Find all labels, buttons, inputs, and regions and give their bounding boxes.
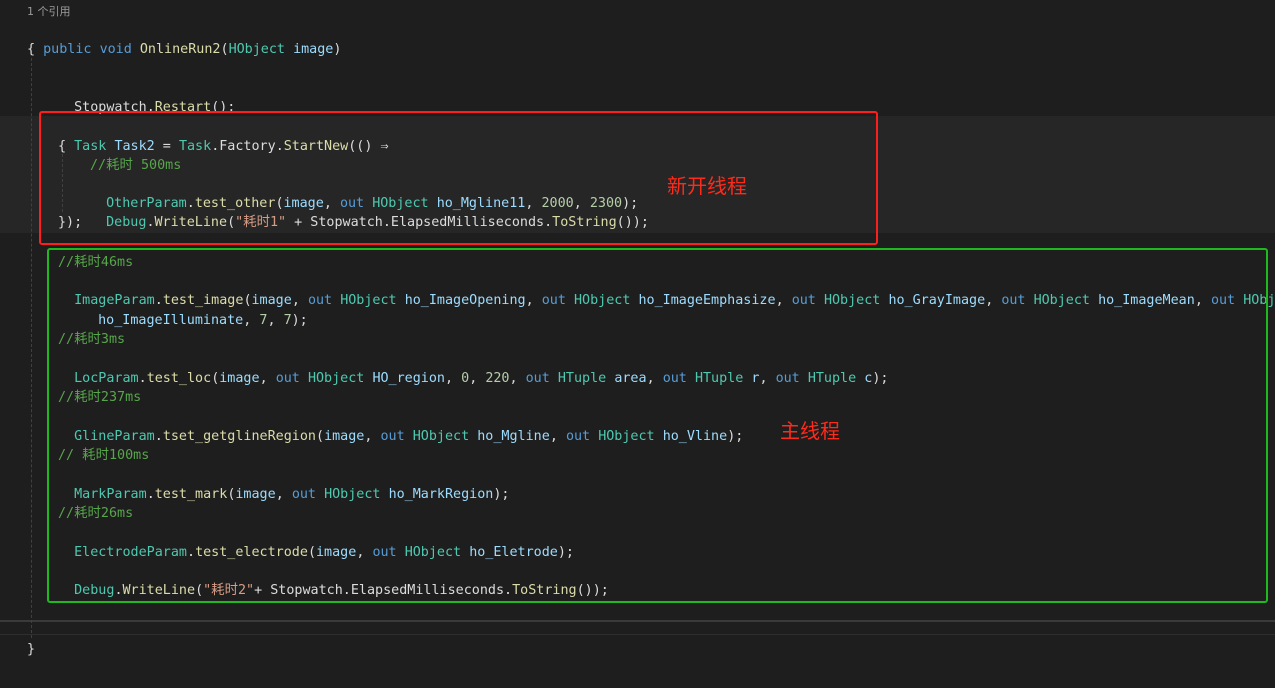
separator-top xyxy=(0,620,1275,622)
paren: ( xyxy=(220,42,229,57)
code-line-brace-open[interactable]: { xyxy=(27,40,35,59)
code-line-signature[interactable]: public void OnlineRun2(HObject image) xyxy=(27,21,341,57)
type-hobject: HObject xyxy=(228,42,285,57)
paren: ) xyxy=(333,42,342,57)
separator-bottom xyxy=(0,634,1275,635)
param-image: image xyxy=(293,42,334,57)
new-thread-annotation-box xyxy=(39,111,878,245)
indent-guide-outer xyxy=(31,58,32,638)
code-line-brace-close[interactable]: } xyxy=(27,640,35,659)
main-thread-label: 主线程 xyxy=(780,419,840,443)
method-name: OnlineRun2 xyxy=(139,42,221,57)
keyword-void: void xyxy=(99,42,132,57)
new-thread-label: 新开线程 xyxy=(667,174,747,198)
main-thread-annotation-box xyxy=(47,248,1268,603)
codelens-references[interactable]: 1 个引用 xyxy=(27,3,71,21)
code-line-restart[interactable]: Stopwatch.Restart(); xyxy=(58,79,235,115)
keyword-public: public xyxy=(43,42,92,57)
